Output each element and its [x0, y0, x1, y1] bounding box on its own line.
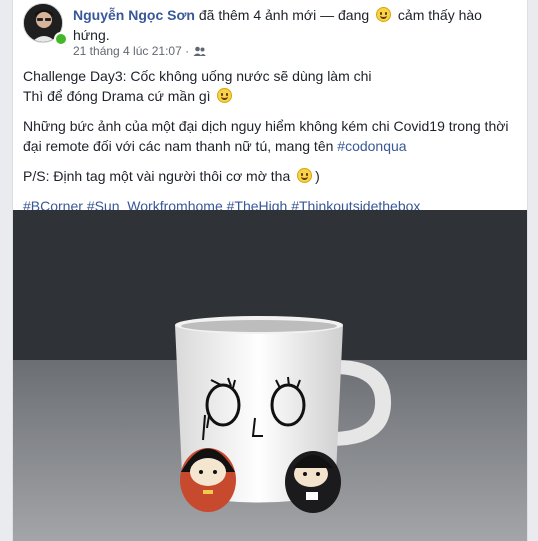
- friends-icon[interactable]: [193, 46, 206, 57]
- feed-post: Nguyễn Ngọc Sơn đã thêm 4 ảnh mới — đang…: [12, 0, 528, 541]
- post-line-2: Thì để đóng Drama cứ mần gì: [23, 88, 211, 104]
- author-name-link[interactable]: Nguyễn Ngọc Sơn: [73, 7, 195, 23]
- post-paragraph-3: P/S: Định tag một vài người thôi cơ mờ t…: [23, 168, 320, 184]
- post-paragraph-3-text: P/S: Định tag một vài người thôi cơ mờ t…: [23, 168, 291, 184]
- post-paragraph-2: Những bức ảnh của một đại dịch nguy hiểm…: [23, 116, 518, 156]
- post-body: Challenge Day3: Cốc không uống nước sẽ d…: [23, 66, 518, 226]
- laughing-face-icon: [217, 88, 233, 103]
- post-photo[interactable]: [13, 210, 527, 541]
- post-paragraph-1: Challenge Day3: Cốc không uống nước sẽ d…: [23, 66, 518, 106]
- post-line-1: Challenge Day3: Cốc không uống nước sẽ d…: [23, 68, 372, 84]
- post-timestamp-link[interactable]: 21 tháng 4 lúc 21:07 ·: [73, 44, 189, 58]
- online-status-icon: [54, 32, 68, 46]
- happy-face-icon: [376, 7, 392, 22]
- post-paragraph-2-text: Những bức ảnh của một đại dịch nguy hiểm…: [23, 118, 509, 154]
- post-header: Nguyễn Ngọc Sơn đã thêm 4 ảnh mới — đang…: [73, 5, 493, 45]
- post-meta: 21 tháng 4 lúc 21:07 ·: [73, 44, 206, 58]
- smiling-face-icon: [297, 168, 313, 183]
- action-text: đã thêm 4 ảnh mới — đang: [198, 7, 370, 23]
- hashtag-link[interactable]: #codonqua: [337, 138, 406, 154]
